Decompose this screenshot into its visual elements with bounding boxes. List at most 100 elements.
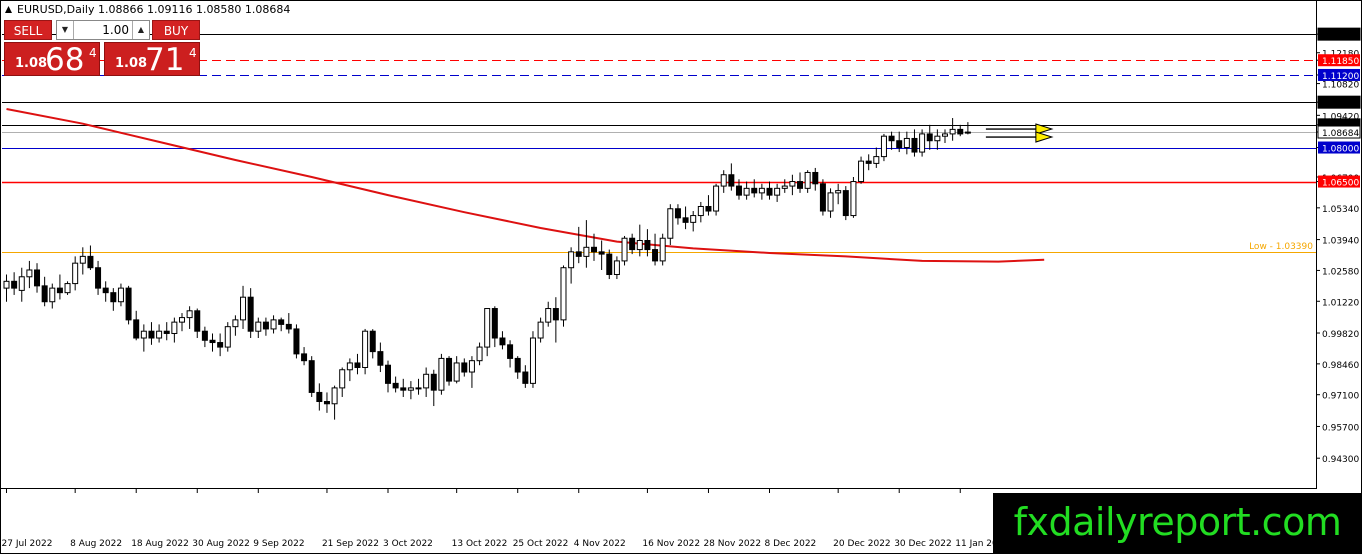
sell-price-box[interactable]: 1.08 68 4 bbox=[4, 42, 100, 78]
candle-body bbox=[247, 296, 254, 332]
candle-body bbox=[507, 344, 514, 359]
candle-body bbox=[659, 237, 666, 262]
lot-size-value[interactable]: 1.00 bbox=[75, 21, 131, 39]
candle-body bbox=[911, 137, 918, 153]
candle-body bbox=[255, 321, 262, 332]
candle bbox=[125, 285, 132, 325]
candle bbox=[606, 249, 613, 280]
sell-button[interactable]: SELL bbox=[4, 20, 52, 40]
candle-body bbox=[865, 160, 872, 164]
candle-body bbox=[690, 215, 697, 223]
x-tick-label: 8 Dec 2022 bbox=[765, 539, 817, 549]
candle-body bbox=[125, 287, 132, 321]
candle-body bbox=[941, 133, 948, 137]
x-tick-label: 9 Sep 2022 bbox=[253, 539, 304, 549]
candle-body bbox=[560, 267, 567, 321]
candle-body bbox=[583, 246, 590, 257]
candle-body bbox=[430, 373, 437, 391]
candle-body bbox=[270, 319, 277, 330]
candle-body bbox=[224, 326, 231, 348]
x-tick-label: 28 Nov 2022 bbox=[703, 539, 761, 549]
x-tick-label: 21 Sep 2022 bbox=[322, 539, 379, 549]
candle-body bbox=[819, 183, 826, 212]
candle-body bbox=[529, 337, 536, 384]
candle-body bbox=[842, 190, 849, 217]
candle-body bbox=[674, 208, 681, 219]
candle-body bbox=[934, 135, 941, 142]
buy-price-pips: 71 bbox=[145, 42, 185, 78]
candle-body bbox=[18, 276, 25, 291]
candle-body bbox=[812, 171, 819, 185]
candle bbox=[880, 133, 887, 162]
candle-body bbox=[652, 249, 659, 262]
candle-body bbox=[79, 255, 86, 264]
x-tick-label: 8 Aug 2022 bbox=[70, 539, 122, 549]
candle-body bbox=[598, 251, 605, 255]
candle-body bbox=[11, 280, 18, 289]
candle-body bbox=[354, 362, 361, 368]
candle-body bbox=[301, 353, 308, 362]
candle-body bbox=[606, 253, 613, 276]
candle-body bbox=[34, 269, 41, 287]
candle-body bbox=[26, 269, 33, 278]
x-tick-label: 18 Aug 2022 bbox=[131, 539, 189, 549]
candle-body bbox=[545, 308, 552, 323]
candle bbox=[621, 235, 628, 266]
candle bbox=[64, 281, 71, 295]
x-tick-label: 30 Aug 2022 bbox=[192, 539, 250, 549]
candle-body bbox=[957, 128, 964, 135]
price-chart[interactable]: Low - 1.03390 1.130001.121801.118501.112… bbox=[0, 0, 1362, 554]
candle-body bbox=[64, 283, 71, 294]
lot-increase-icon[interactable]: ▲ bbox=[132, 21, 149, 39]
candle-body bbox=[308, 360, 315, 393]
candle-body bbox=[400, 387, 407, 391]
candle-body bbox=[156, 330, 163, 339]
buy-button[interactable]: BUY bbox=[152, 20, 200, 40]
candle-body bbox=[484, 308, 491, 348]
y-tick-label: 1.10000 bbox=[1322, 99, 1359, 109]
candle-body bbox=[926, 133, 933, 142]
candle-body bbox=[636, 240, 643, 251]
candle-body bbox=[209, 339, 216, 344]
candle-body bbox=[896, 140, 903, 149]
candle-body bbox=[72, 262, 79, 285]
candle-body bbox=[369, 330, 376, 353]
candle-body bbox=[186, 310, 193, 319]
y-tick-label: 0.94300 bbox=[1322, 455, 1359, 465]
candle-body bbox=[392, 382, 399, 389]
candle-body bbox=[522, 371, 529, 384]
candle-body bbox=[499, 337, 506, 346]
candle-body bbox=[804, 171, 811, 189]
candle-body bbox=[316, 391, 323, 403]
y-tick-label: 1.13000 bbox=[1322, 31, 1359, 41]
candle-body bbox=[713, 185, 720, 212]
candle-body bbox=[827, 192, 834, 212]
candle-body bbox=[919, 133, 926, 153]
chart-frame bbox=[0, 0, 1362, 554]
y-tick-label: 0.95700 bbox=[1322, 423, 1359, 433]
x-tick-label: 16 Nov 2022 bbox=[642, 539, 700, 549]
y-tick-label: 0.99820 bbox=[1322, 330, 1359, 340]
candle-body bbox=[407, 387, 414, 391]
x-tick-label: 3 Oct 2022 bbox=[383, 539, 433, 549]
candle-body bbox=[858, 160, 865, 183]
candle bbox=[560, 265, 567, 327]
candle-body bbox=[148, 330, 155, 339]
y-tick-label: 1.01220 bbox=[1322, 298, 1359, 308]
candle-body bbox=[644, 240, 651, 251]
buy-price-box[interactable]: 1.08 71 4 bbox=[104, 42, 200, 78]
candle bbox=[446, 356, 453, 386]
lot-size-field[interactable]: ▼ 1.00 ▲ bbox=[56, 20, 150, 40]
candle-body bbox=[171, 321, 178, 334]
candle-body bbox=[87, 255, 94, 269]
candle-body bbox=[117, 287, 124, 303]
x-tick-label: 4 Nov 2022 bbox=[574, 539, 626, 549]
candle bbox=[293, 324, 300, 359]
candle-body bbox=[774, 187, 781, 196]
lot-decrease-icon[interactable]: ▼ bbox=[57, 21, 74, 39]
candle-body bbox=[178, 317, 185, 323]
candle-body bbox=[781, 185, 788, 189]
candle-body bbox=[453, 362, 460, 382]
low-level-label: Low - 1.03390 bbox=[1249, 242, 1313, 252]
candle-body bbox=[789, 181, 796, 187]
